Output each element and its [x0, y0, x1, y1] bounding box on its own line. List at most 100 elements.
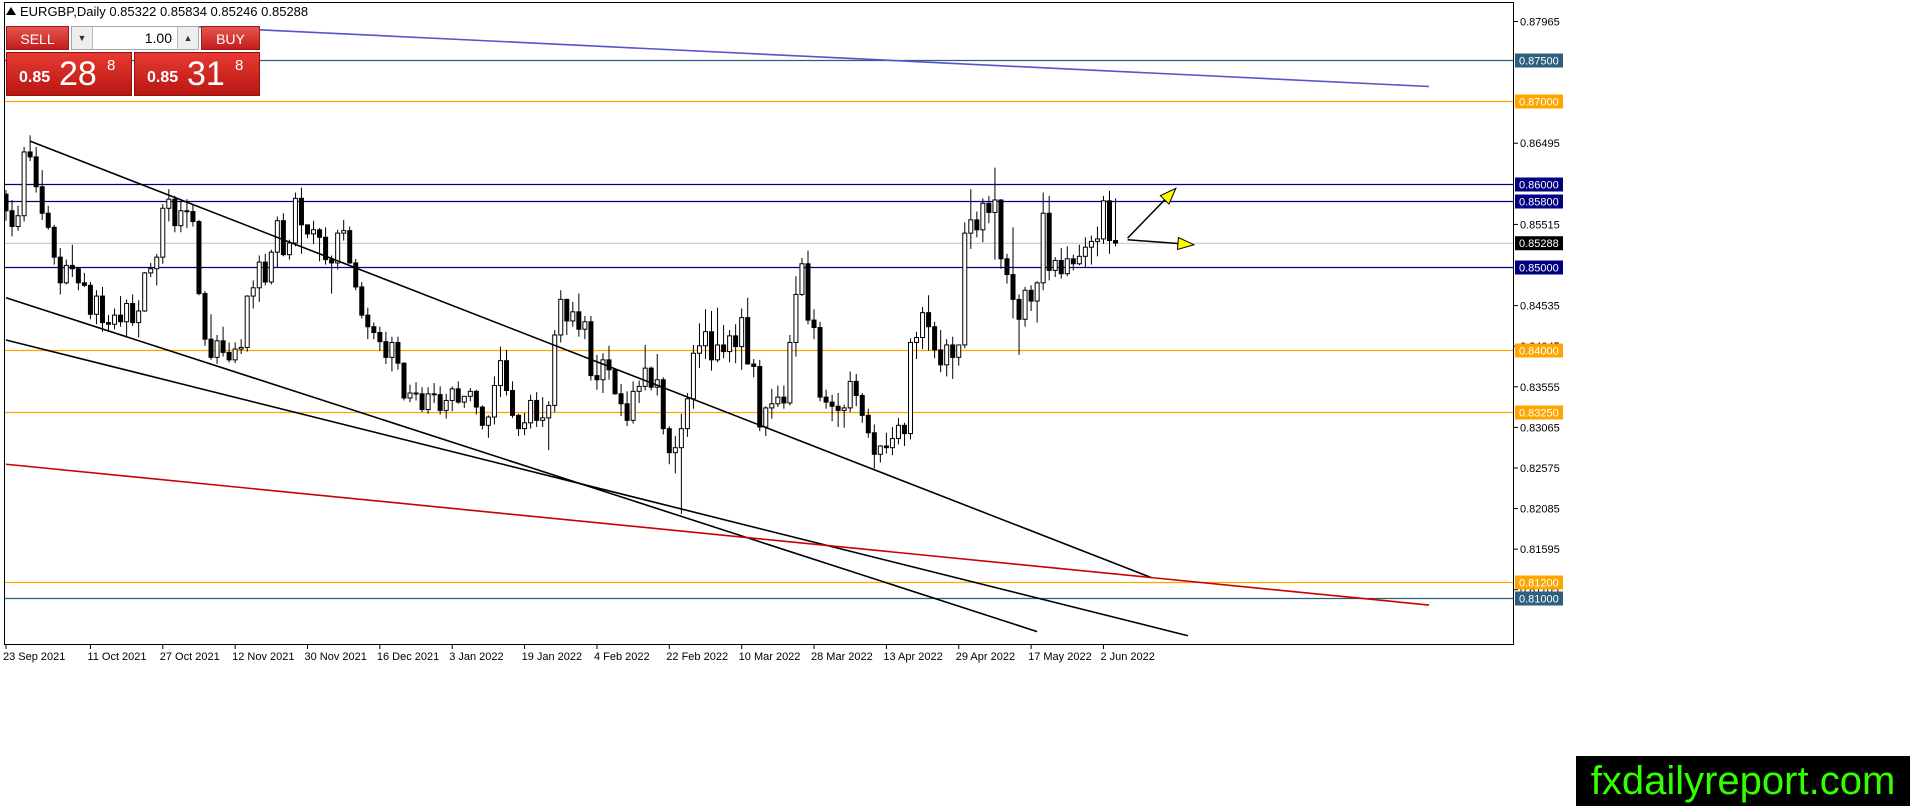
- candle-body: [690, 352, 696, 400]
- x-tick-label: 11 Oct 2021: [87, 651, 146, 663]
- candle-body: [347, 230, 353, 264]
- candle-body: [745, 317, 751, 365]
- candle-body: [1064, 258, 1070, 275]
- candle-body: [624, 403, 630, 421]
- x-tick-label: 28 Mar 2022: [811, 651, 873, 663]
- candle-body: [250, 287, 256, 297]
- candle-body: [582, 321, 588, 330]
- candle-body: [106, 322, 112, 325]
- candle-body: [968, 219, 974, 234]
- candle-body: [238, 346, 244, 350]
- candle-body: [81, 282, 87, 286]
- candle-body: [702, 331, 708, 347]
- candle-body: [1058, 259, 1064, 275]
- candle-body: [841, 407, 847, 411]
- candle-body: [160, 207, 166, 258]
- candle-body: [787, 341, 793, 404]
- candle-body: [956, 344, 962, 358]
- candle-body: [901, 424, 907, 435]
- candle-body: [407, 392, 413, 399]
- lot-size-stepper[interactable]: ▼ 1.00 ▲: [71, 26, 199, 50]
- candle-body: [268, 251, 274, 283]
- current-price-label: 0.85288: [1519, 238, 1559, 250]
- x-tick-label: 13 Apr 2022: [883, 651, 942, 663]
- candle-body: [715, 344, 721, 361]
- candle-body: [1034, 282, 1040, 302]
- candle-body: [1106, 200, 1112, 242]
- candle-body: [612, 369, 618, 395]
- candle-body: [932, 326, 938, 351]
- candle-body: [793, 293, 799, 343]
- lot-size-input[interactable]: 1.00: [92, 27, 178, 49]
- candle-body: [883, 445, 889, 449]
- buy-price-prefix: 0.85: [147, 69, 179, 86]
- candle-body: [69, 264, 75, 270]
- candle-body: [684, 398, 690, 430]
- y-tick-label: 0.87965: [1520, 16, 1560, 28]
- candle-body: [311, 229, 317, 235]
- candle-body: [178, 210, 184, 227]
- sell-price-button[interactable]: 0.85 28 8: [6, 52, 132, 96]
- candle-body: [799, 263, 805, 295]
- chevron-down-icon[interactable]: ▼: [72, 27, 93, 49]
- candle-body: [232, 348, 238, 361]
- candle-body: [666, 428, 672, 454]
- candle-body: [678, 428, 684, 449]
- sell-button[interactable]: SELL: [6, 26, 69, 50]
- candle-body: [1082, 246, 1088, 257]
- candle-body: [166, 198, 172, 209]
- x-tick-label: 23 Sep 2021: [3, 651, 65, 663]
- candle-body: [455, 388, 461, 403]
- candle-body: [329, 259, 335, 264]
- buy-price-button[interactable]: 0.85 31 8: [134, 52, 260, 96]
- x-tick-label: 17 May 2022: [1028, 651, 1092, 663]
- chevron-up-icon[interactable]: ▲: [177, 27, 198, 49]
- candle-body: [630, 390, 636, 421]
- y-tick-label: 0.82575: [1520, 463, 1560, 475]
- candle-body: [359, 286, 365, 316]
- plot-frame: [4, 2, 1514, 645]
- candle-body: [721, 344, 727, 353]
- chart-title: EURGBP,Daily 0.85322 0.85834 0.85246 0.8…: [20, 4, 309, 19]
- candle-body: [485, 416, 491, 426]
- candle-body: [317, 229, 323, 238]
- candle-body: [425, 393, 431, 411]
- candle-body: [853, 380, 859, 396]
- x-tick-label: 10 Mar 2022: [739, 651, 801, 663]
- candle-body: [528, 399, 534, 424]
- candle-body: [636, 385, 642, 392]
- candle-body: [1070, 258, 1076, 265]
- buy-price-pip: 8: [235, 57, 244, 74]
- level-price-label: 0.81000: [1519, 594, 1559, 606]
- candle-body: [63, 264, 69, 284]
- candle-body: [130, 303, 136, 324]
- candle-body: [914, 336, 920, 343]
- x-tick-label: 30 Nov 2021: [305, 651, 367, 663]
- candle-body: [859, 394, 865, 416]
- x-tick-label: 4 Feb 2022: [594, 651, 650, 663]
- watermark: fxdailyreport.com: [1576, 756, 1910, 806]
- candle-body: [443, 399, 449, 411]
- candle-body: [45, 212, 51, 228]
- candle-body: [938, 349, 944, 366]
- candle-body: [479, 406, 485, 426]
- level-price-label: 0.83250: [1519, 408, 1559, 420]
- candle-body: [383, 341, 389, 358]
- candle-body: [21, 151, 27, 217]
- candle-body: [974, 219, 980, 231]
- candle-body: [305, 224, 310, 235]
- x-tick-label: 3 Jan 2022: [449, 651, 503, 663]
- candle-body: [980, 202, 986, 231]
- candle-body: [1113, 240, 1119, 244]
- price-chart[interactable]: 0.879650.864950.855150.845350.840450.835…: [0, 0, 1916, 812]
- candle-body: [401, 362, 407, 399]
- candle-body: [9, 210, 15, 227]
- candle-body: [497, 360, 503, 387]
- candle-body: [154, 256, 160, 270]
- candle-body: [1004, 258, 1010, 276]
- candle-body: [196, 221, 202, 295]
- candle-body: [57, 256, 63, 284]
- candle-body: [377, 332, 383, 343]
- candle-body: [546, 404, 552, 419]
- buy-button[interactable]: BUY: [201, 26, 260, 50]
